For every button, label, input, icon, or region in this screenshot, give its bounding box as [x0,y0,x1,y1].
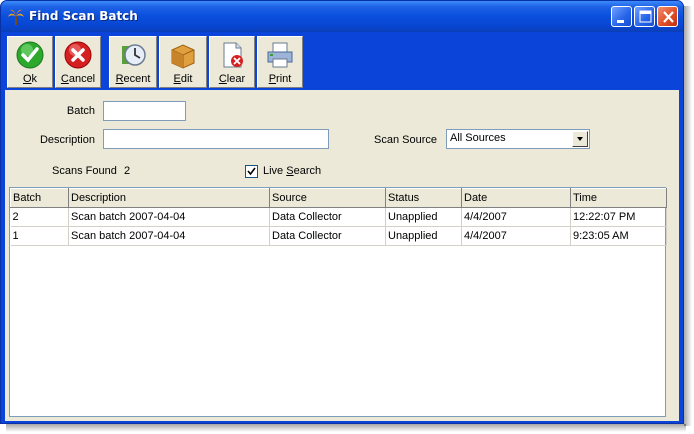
cell-status: Unapplied [385,207,462,227]
cell-source: Data Collector [269,226,386,246]
table-row[interactable]: 2 Scan batch 2007-04-04 Data Collector U… [10,207,667,227]
recent-clock-icon [122,44,146,66]
window-title: Find Scan Batch [29,9,138,23]
cancel-x-icon [64,41,92,69]
edit-label: Edit [173,73,193,85]
recent-label: Recent [115,73,151,85]
print-label: Print [268,73,292,85]
chevron-down-icon [577,137,583,141]
printer-icon [267,42,293,68]
column-header-source[interactable]: Source [269,188,386,208]
column-header-date[interactable]: Date [461,188,571,208]
cell-time: 12:22:07 PM [570,207,667,227]
window-shadow-bottom [6,424,686,432]
minimize-icon [617,20,624,23]
toolbar: Ok Cancel Recent Edit Clear Print [5,32,679,90]
cell-batch: 1 [10,226,69,246]
cell-source: Data Collector [269,207,386,227]
cancel-label: Cancel [60,73,96,85]
app-palm-tree-icon [8,9,24,25]
column-header-status[interactable]: Status [385,188,462,208]
minimize-button[interactable] [611,6,632,27]
column-header-batch[interactable]: Batch [10,188,69,208]
clear-label: Clear [218,73,246,85]
table-row[interactable]: 1 Scan batch 2007-04-04 Data Collector U… [10,226,667,246]
checkmark-icon [247,167,256,176]
close-icon [663,11,674,23]
dropdown-arrow-button[interactable] [572,131,588,147]
column-header-time[interactable]: Time [570,188,667,208]
scans-found-label: Scans Found [52,165,117,177]
grid-header-row: Batch Description Source Status Date Tim… [10,188,667,208]
scan-source-value: All Sources [450,132,506,144]
description-input[interactable] [103,129,329,149]
window-client-area: Ok Cancel Recent Edit Clear Print Batch … [5,32,679,421]
ok-button[interactable]: Ok [7,36,53,88]
clear-document-icon [223,42,243,68]
scans-found-count: 2 [124,165,131,177]
cancel-button[interactable]: Cancel [55,36,101,88]
close-button[interactable] [657,6,678,27]
live-search-checkbox[interactable] [245,165,258,178]
edit-button[interactable]: Edit [159,36,207,88]
column-header-description[interactable]: Description [68,188,270,208]
window-shadow-right [684,6,692,426]
maximize-button[interactable] [634,6,655,27]
maximize-icon [639,10,652,23]
live-search-label[interactable]: Live Search [263,165,321,177]
cell-date: 4/4/2007 [461,226,571,246]
scan-source-select[interactable]: All Sources [446,129,590,149]
batch-input[interactable] [103,101,186,121]
cell-description: Scan batch 2007-04-04 [68,207,270,227]
search-form: Batch Description Scan Source All Source… [5,90,679,185]
scan-source-label: Scan Source [374,134,437,146]
edit-box-icon [171,44,195,69]
recent-button[interactable]: Recent [109,36,157,88]
batch-label: Batch [66,105,95,117]
print-button[interactable]: Print [257,36,303,88]
cell-date: 4/4/2007 [461,207,571,227]
cell-status: Unapplied [385,226,462,246]
cell-batch: 2 [10,207,69,227]
checkmark-icon [16,41,44,69]
description-label: Description [39,134,95,146]
clear-button[interactable]: Clear [209,36,255,88]
cell-time: 9:23:05 AM [570,226,667,246]
ok-label: Ok [22,73,38,85]
cell-description: Scan batch 2007-04-04 [68,226,270,246]
find-scan-batch-window: Find Scan Batch Ok Cancel Recent Edit Cl… [0,0,684,424]
results-grid: Batch Description Source Status Date Tim… [9,187,667,417]
title-bar[interactable]: Find Scan Batch [1,1,683,32]
